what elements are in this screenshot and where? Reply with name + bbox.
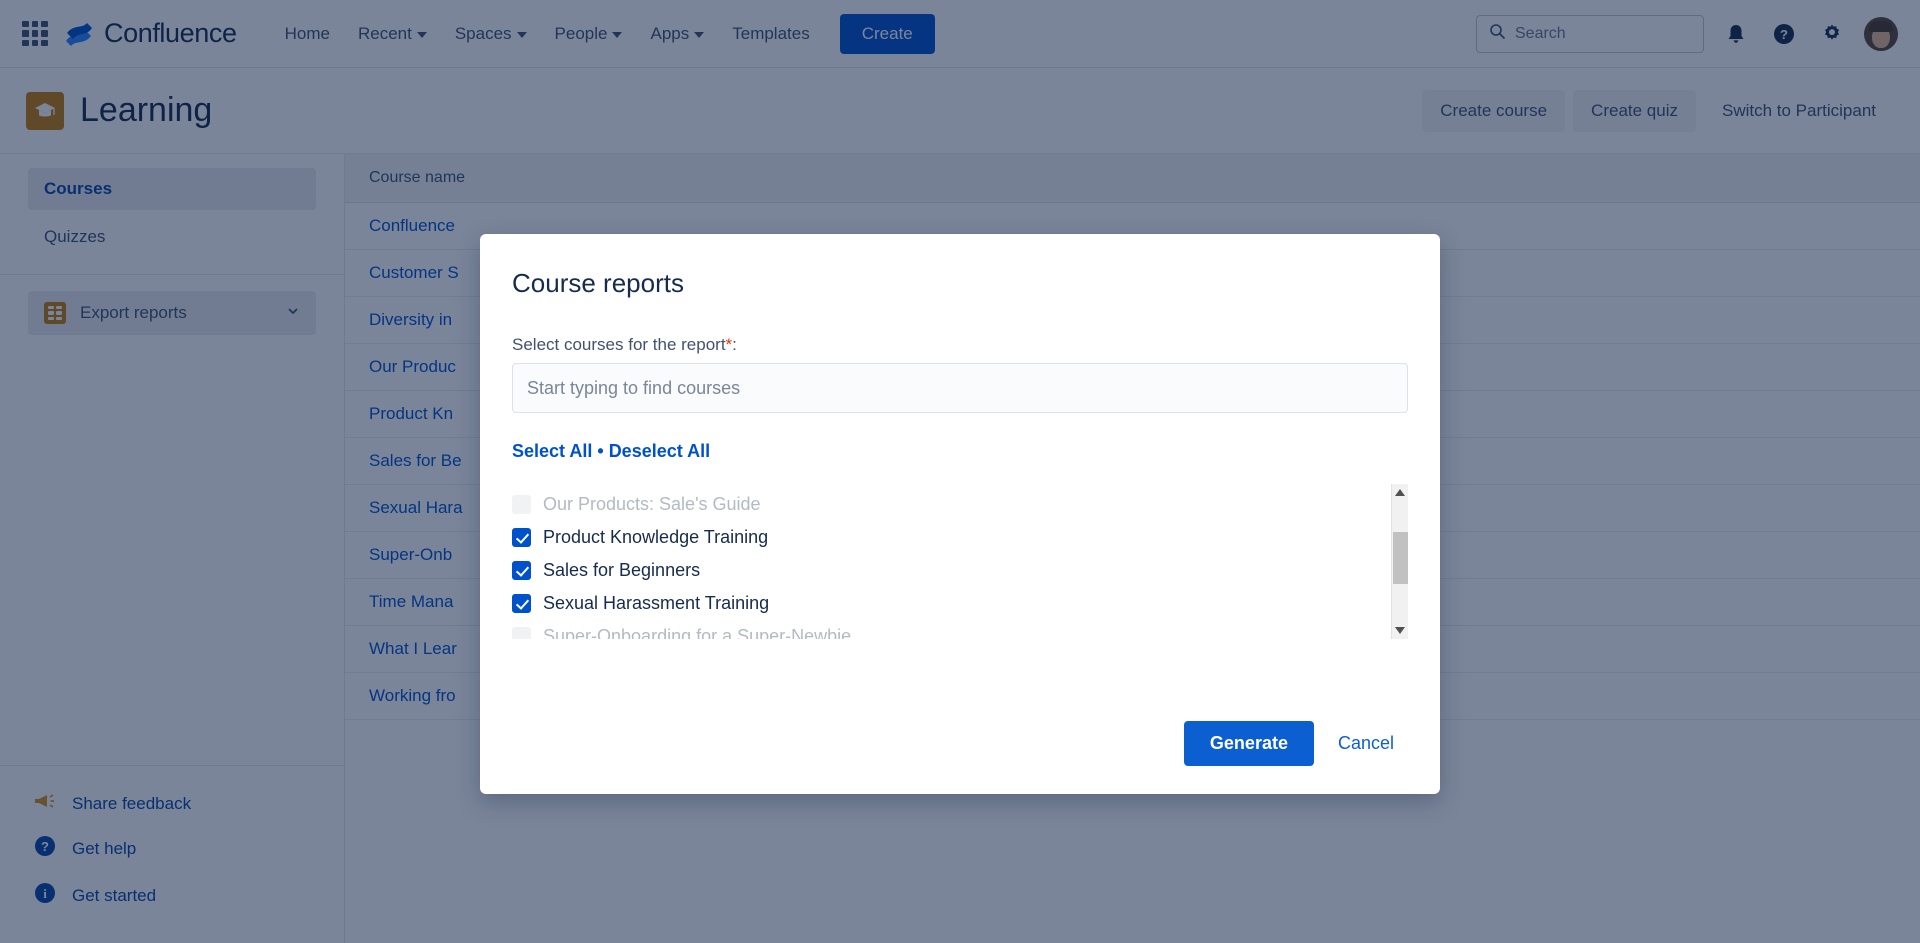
course-checkbox-item[interactable]: Product Knowledge Training: [512, 521, 1391, 554]
select-links-row: Select All • Deselect All: [512, 441, 1408, 462]
course-reports-dialog: Course reports Select courses for the re…: [480, 234, 1440, 794]
dialog-footer: Generate Cancel: [1183, 721, 1408, 766]
generate-button[interactable]: Generate: [1183, 721, 1314, 766]
course-checkbox-item: Super-Onboarding for a Super-Newbie: [512, 620, 1391, 639]
course-search-input[interactable]: [512, 363, 1408, 413]
scroll-down-arrow-icon[interactable]: [1395, 627, 1405, 634]
course-checkbox-label: Sexual Harassment Training: [543, 593, 770, 613]
checkbox-unchecked-icon: [512, 495, 531, 514]
course-checkbox-label: Product Knowledge Training: [543, 527, 769, 547]
course-select-label: Select courses for the report*:: [512, 335, 1408, 355]
course-checkbox-list-body: Our Products: Sale's Guide Product Knowle…: [512, 484, 1391, 639]
course-checkbox-item: Our Products: Sale's Guide: [512, 488, 1391, 521]
course-checkbox-list: Our Products: Sale's Guide Product Knowle…: [512, 484, 1408, 639]
course-checkbox-label: Sales for Beginners: [543, 560, 701, 580]
scrollbar-thumb[interactable]: [1393, 532, 1408, 584]
dialog-title: Course reports: [512, 268, 684, 298]
checkbox-checked-icon[interactable]: [512, 594, 531, 613]
course-checkbox-label: Our Products: Sale's Guide: [543, 494, 761, 514]
checkbox-checked-icon[interactable]: [512, 528, 531, 547]
checkbox-checked-icon[interactable]: [512, 561, 531, 580]
links-separator: •: [597, 441, 604, 461]
course-select-label-text: Select courses for the report: [512, 335, 726, 354]
course-checkbox-item[interactable]: Sexual Harassment Training: [512, 587, 1391, 620]
list-scrollbar[interactable]: [1391, 484, 1408, 639]
cancel-button[interactable]: Cancel: [1324, 721, 1408, 766]
checkbox-unchecked-icon: [512, 627, 531, 639]
scroll-up-arrow-icon[interactable]: [1395, 489, 1405, 496]
deselect-all-link[interactable]: Deselect All: [609, 441, 710, 461]
label-colon: :: [732, 335, 737, 354]
select-all-link[interactable]: Select All: [512, 441, 592, 461]
course-checkbox-item[interactable]: Sales for Beginners: [512, 554, 1391, 587]
course-checkbox-label: Super-Onboarding for a Super-Newbie: [543, 626, 852, 639]
